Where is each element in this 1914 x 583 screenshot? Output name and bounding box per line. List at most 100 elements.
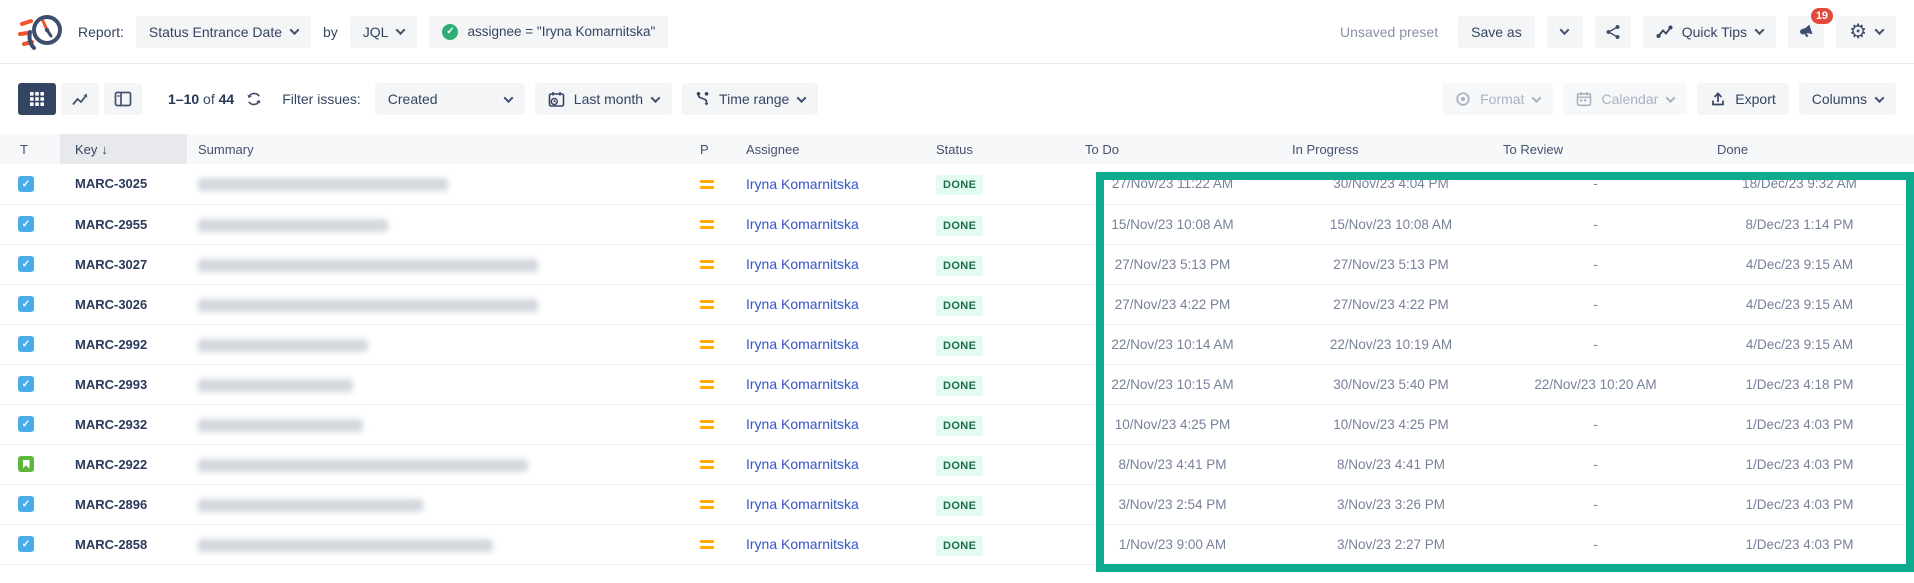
settings-button[interactable]: ⚙ bbox=[1836, 16, 1896, 48]
col-header-to-review[interactable]: To Review bbox=[1500, 134, 1705, 164]
assignee-link[interactable]: Iryna Komarnitska bbox=[746, 216, 859, 232]
table-row[interactable]: MARC-3026 Iryna Komarnitska DONE 27/Nov/… bbox=[0, 284, 1914, 324]
to-review-date: - bbox=[1500, 444, 1705, 484]
save-as-button[interactable]: Save as bbox=[1458, 16, 1535, 48]
format-icon bbox=[1455, 91, 1471, 107]
pagination-total: 44 bbox=[219, 91, 235, 107]
todo-date: 22/Nov/23 10:15 AM bbox=[1085, 364, 1290, 404]
todo-date: 27/Nov/23 4:22 PM bbox=[1085, 284, 1290, 324]
status-badge: DONE bbox=[936, 175, 983, 195]
assignee-link[interactable]: Iryna Komarnitska bbox=[746, 416, 859, 432]
chevron-down-icon bbox=[396, 25, 406, 35]
table-row[interactable]: MARC-3027 Iryna Komarnitska DONE 27/Nov/… bbox=[0, 244, 1914, 284]
issue-key[interactable]: MARC-2858 bbox=[60, 524, 187, 564]
todo-date: 15/Nov/23 10:08 AM bbox=[1085, 204, 1290, 244]
save-as-dropdown-button[interactable] bbox=[1547, 16, 1583, 48]
export-label: Export bbox=[1735, 91, 1775, 107]
share-button[interactable] bbox=[1595, 16, 1631, 48]
to-review-date: - bbox=[1500, 484, 1705, 524]
board-view-icon bbox=[114, 91, 132, 107]
col-header-type[interactable]: T bbox=[0, 134, 60, 164]
table-row[interactable]: MARC-2922 Iryna Komarnitska DONE 8/Nov/2… bbox=[0, 444, 1914, 484]
table-row[interactable]: MARC-2858 Iryna Komarnitska DONE 1/Nov/2… bbox=[0, 524, 1914, 564]
issue-key[interactable]: MARC-2955 bbox=[60, 204, 187, 244]
to-review-date: - bbox=[1500, 204, 1705, 244]
task-type-icon bbox=[18, 256, 34, 272]
table-row[interactable]: MARC-2992 Iryna Komarnitska DONE 22/Nov/… bbox=[0, 324, 1914, 364]
issue-key[interactable]: MARC-2896 bbox=[60, 484, 187, 524]
assignee-link[interactable]: Iryna Komarnitska bbox=[746, 176, 859, 192]
assignee-link[interactable]: Iryna Komarnitska bbox=[746, 456, 859, 472]
chevron-down-icon bbox=[290, 25, 300, 35]
col-header-priority[interactable]: P bbox=[694, 134, 740, 164]
report-label: Report: bbox=[78, 24, 124, 40]
issue-key[interactable]: MARC-3025 bbox=[60, 164, 187, 204]
columns-dropdown[interactable]: Columns bbox=[1799, 83, 1896, 115]
grid-view-button[interactable] bbox=[18, 83, 56, 115]
done-date: 1/Dec/23 4:03 PM bbox=[1705, 484, 1914, 524]
issue-table: T Key↓ Summary P Assignee Status To Do I… bbox=[0, 134, 1914, 565]
col-header-status[interactable]: Status bbox=[930, 134, 1085, 164]
task-type-icon bbox=[18, 336, 34, 352]
issue-key[interactable]: MARC-2922 bbox=[60, 444, 187, 484]
table-row[interactable]: MARC-2896 Iryna Komarnitska DONE 3/Nov/2… bbox=[0, 484, 1914, 524]
table-header-row: T Key↓ Summary P Assignee Status To Do I… bbox=[0, 134, 1914, 164]
priority-medium-icon bbox=[700, 219, 714, 231]
priority-medium-icon bbox=[700, 459, 714, 471]
assignee-link[interactable]: Iryna Komarnitska bbox=[746, 376, 859, 392]
table-row[interactable]: MARC-2993 Iryna Komarnitska DONE 22/Nov/… bbox=[0, 364, 1914, 404]
col-header-assignee[interactable]: Assignee bbox=[740, 134, 930, 164]
query-valid-icon: ✓ bbox=[442, 24, 458, 40]
query-mode-dropdown[interactable]: JQL bbox=[350, 16, 418, 48]
time-range-dropdown[interactable]: Time range bbox=[682, 83, 818, 115]
save-as-label: Save as bbox=[1471, 24, 1522, 40]
issue-key[interactable]: MARC-2993 bbox=[60, 364, 187, 404]
in-progress-date: 27/Nov/23 4:22 PM bbox=[1290, 284, 1500, 324]
report-type-dropdown[interactable]: Status Entrance Date bbox=[136, 16, 311, 48]
board-view-button[interactable] bbox=[104, 83, 142, 115]
export-icon bbox=[1710, 91, 1726, 107]
summary-redacted bbox=[198, 379, 353, 392]
col-header-todo[interactable]: To Do bbox=[1085, 134, 1290, 164]
chart-view-icon bbox=[71, 91, 89, 107]
filter-field-dropdown[interactable]: Created bbox=[375, 83, 525, 115]
assignee-link[interactable]: Iryna Komarnitska bbox=[746, 256, 859, 272]
in-progress-date: 15/Nov/23 10:08 AM bbox=[1290, 204, 1500, 244]
chart-view-button[interactable] bbox=[61, 83, 99, 115]
jql-query-field[interactable]: ✓ assignee = "Iryna Komarnitska" bbox=[429, 16, 668, 48]
quick-tips-button[interactable]: Quick Tips bbox=[1643, 16, 1776, 48]
quick-tips-label: Quick Tips bbox=[1682, 24, 1747, 40]
col-header-done[interactable]: Done bbox=[1705, 134, 1914, 164]
assignee-link[interactable]: Iryna Komarnitska bbox=[746, 496, 859, 512]
jql-query-text: assignee = "Iryna Komarnitska" bbox=[467, 24, 655, 39]
summary-redacted bbox=[198, 539, 493, 552]
col-header-in-progress[interactable]: In Progress bbox=[1290, 134, 1500, 164]
table-row[interactable]: MARC-3025 Iryna Komarnitska DONE 27/Nov/… bbox=[0, 164, 1914, 204]
export-button[interactable]: Export bbox=[1697, 83, 1788, 115]
assignee-link[interactable]: Iryna Komarnitska bbox=[746, 536, 859, 552]
date-range-dropdown[interactable]: Last month bbox=[535, 83, 672, 115]
done-date: 4/Dec/23 9:15 AM bbox=[1705, 324, 1914, 364]
issue-key[interactable]: MARC-2992 bbox=[60, 324, 187, 364]
col-header-summary[interactable]: Summary bbox=[187, 134, 694, 164]
col-header-key[interactable]: Key↓ bbox=[60, 134, 187, 164]
table-row[interactable]: MARC-2955 Iryna Komarnitska DONE 15/Nov/… bbox=[0, 204, 1914, 244]
issue-key[interactable]: MARC-3026 bbox=[60, 284, 187, 324]
columns-label: Columns bbox=[1812, 91, 1867, 107]
todo-date: 8/Nov/23 4:41 PM bbox=[1085, 444, 1290, 484]
task-type-icon bbox=[18, 176, 34, 192]
in-progress-date: 8/Nov/23 4:41 PM bbox=[1290, 444, 1500, 484]
todo-date: 3/Nov/23 2:54 PM bbox=[1085, 484, 1290, 524]
chevron-down-icon bbox=[1532, 93, 1542, 103]
priority-medium-icon bbox=[700, 299, 714, 311]
chevron-down-icon bbox=[1560, 25, 1570, 35]
assignee-link[interactable]: Iryna Komarnitska bbox=[746, 336, 859, 352]
issue-key[interactable]: MARC-3027 bbox=[60, 244, 187, 284]
issue-table-body: MARC-3025 Iryna Komarnitska DONE 27/Nov/… bbox=[0, 164, 1914, 564]
table-row[interactable]: MARC-2932 Iryna Komarnitska DONE 10/Nov/… bbox=[0, 404, 1914, 444]
issue-key[interactable]: MARC-2932 bbox=[60, 404, 187, 444]
summary-redacted bbox=[198, 259, 538, 272]
refresh-button[interactable] bbox=[246, 91, 262, 107]
assignee-link[interactable]: Iryna Komarnitska bbox=[746, 296, 859, 312]
view-toggle-group bbox=[18, 83, 142, 115]
